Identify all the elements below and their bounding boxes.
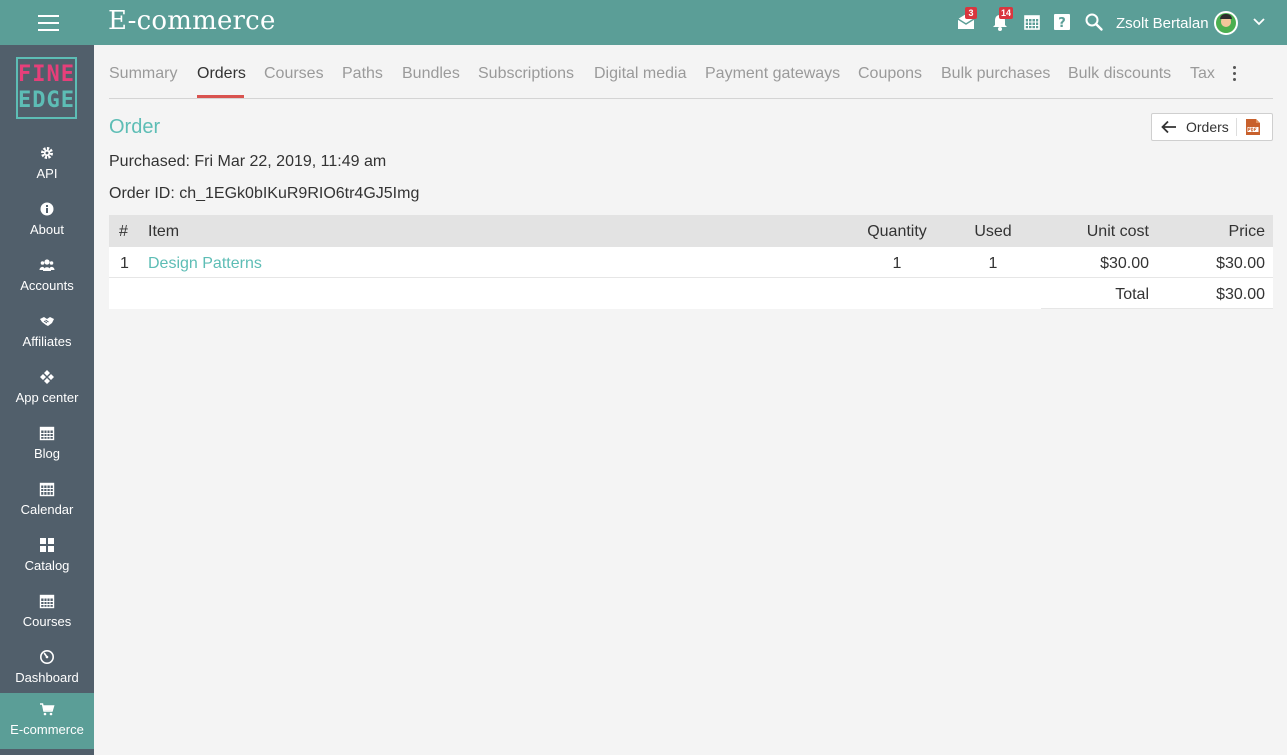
hamburger-menu-icon[interactable] (38, 15, 59, 31)
sidebar-item-catalog[interactable]: Catalog (0, 529, 94, 585)
back-button-label: Orders (1186, 119, 1229, 135)
sidebar-item-api[interactable]: API (0, 137, 94, 193)
search-icon (1085, 13, 1103, 31)
sidebar-item-e-commerce[interactable]: E-commerce (0, 693, 94, 749)
users-icon (39, 257, 55, 273)
info-icon (39, 201, 55, 217)
row-number: 1 (120, 255, 129, 272)
dashboard-gauge-icon (39, 649, 55, 665)
tab-summary[interactable]: Summary (109, 65, 177, 83)
tab-bar: Summary Orders Courses Paths Bundles Sub… (109, 57, 1273, 99)
sidebar-item-label: App center (15, 390, 79, 405)
item-link[interactable]: Design Patterns (148, 255, 262, 273)
tab-subscriptions[interactable]: Subscriptions (478, 65, 574, 83)
messages-button[interactable]: 3 (956, 7, 977, 32)
sidebar-item-about[interactable]: About (0, 193, 94, 249)
tab-coupons[interactable]: Coupons (858, 65, 922, 83)
help-icon: ? (1054, 14, 1070, 31)
total-value: $30.00 (1216, 286, 1265, 303)
app-title: E-commerce (108, 6, 276, 36)
sidebar-item-courses[interactable]: Courses (0, 585, 94, 641)
calendar-icon (39, 425, 55, 441)
row-quantity: 1 (892, 255, 902, 272)
total-divider (1041, 308, 1273, 309)
sidebar-item-label: Affiliates (22, 334, 72, 349)
tab-tax[interactable]: Tax (1190, 65, 1215, 83)
tab-orders[interactable]: Orders (197, 65, 246, 83)
search-button[interactable] (1084, 12, 1104, 32)
more-tabs-icon[interactable] (1230, 66, 1238, 84)
button-divider (1236, 118, 1237, 136)
sidebar-item-label: Calendar (20, 502, 74, 517)
user-name[interactable]: Zsolt Bertalan (1116, 15, 1209, 32)
pdf-download-button[interactable] (1245, 118, 1261, 136)
top-bar: E-commerce 3 14 ? Zsolt Bertalan (0, 0, 1287, 45)
sidebar-item-label: Catalog (24, 558, 70, 573)
row-used: 1 (988, 255, 998, 272)
active-tab-indicator (197, 95, 244, 98)
sidebar-item-app-center[interactable]: App center (0, 361, 94, 417)
avatar[interactable] (1214, 11, 1238, 35)
sidebar-item-label: About (30, 222, 64, 237)
back-to-orders-button[interactable]: Orders (1152, 114, 1236, 140)
chevron-down-icon[interactable] (1252, 15, 1266, 29)
sidebar-item-affiliates[interactable]: Affiliates (0, 305, 94, 361)
fine-edge-logo[interactable]: FINE EDGE (16, 57, 77, 119)
help-button[interactable]: ? (1052, 12, 1072, 32)
sidebar-item-label: Dashboard (15, 670, 79, 685)
sidebar-item-calendar[interactable]: Calendar (0, 473, 94, 529)
column-header-unit-cost: Unit cost (1086, 223, 1149, 240)
grid-calendar-icon (39, 481, 55, 497)
table-header: # Item Quantity Used Unit cost Price (109, 215, 1273, 247)
tab-bundles[interactable]: Bundles (402, 65, 460, 83)
sidebar-item-label: E-commerce (10, 722, 84, 737)
sidebar-item-dashboard[interactable]: Dashboard (0, 641, 94, 697)
calendar-button[interactable] (1022, 12, 1042, 32)
column-header-used: Used (974, 223, 1012, 240)
pdf-icon (1246, 119, 1260, 135)
column-header-quantity: Quantity (867, 223, 927, 240)
sidebar-item-label: Accounts (20, 278, 74, 293)
sidebar-item-label: API (36, 166, 58, 181)
sidebar-item-label: Courses (22, 614, 72, 629)
logo-line-1: FINE (18, 62, 75, 87)
back-button-group: Orders (1151, 113, 1273, 141)
sidebar-item-label: Blog (33, 446, 61, 461)
gear-icon (39, 145, 55, 161)
tab-courses[interactable]: Courses (264, 65, 324, 83)
notifications-badge: 14 (999, 7, 1014, 19)
column-header-number: # (119, 223, 128, 240)
logo-line-2: EDGE (18, 88, 75, 113)
order-id: Order ID: ch_1EGk0bIKuR9RIO6tr4GJ5Img (109, 185, 420, 202)
svg-text:?: ? (1058, 16, 1066, 31)
handshake-icon (39, 313, 55, 329)
sidebar: FINE EDGE API About Accounts Affiliates … (0, 45, 94, 755)
row-price: $30.00 (1216, 255, 1265, 272)
sidebar-item-blog[interactable]: Blog (0, 417, 94, 473)
column-header-price: Price (1228, 223, 1265, 240)
arrow-left-icon (1161, 120, 1176, 134)
calendar-icon (39, 593, 55, 609)
table-row: 1 Design Patterns 1 1 $30.00 $30.00 (109, 247, 1273, 278)
row-unit-cost: $30.00 (1100, 255, 1149, 272)
tab-paths[interactable]: Paths (342, 65, 383, 83)
calendar-icon (1024, 15, 1040, 30)
catalog-grid-icon (39, 537, 55, 553)
apps-icon (39, 369, 55, 385)
tab-bulk-purchases[interactable]: Bulk purchases (941, 65, 1050, 83)
purchased-date: Purchased: Fri Mar 22, 2019, 11:49 am (109, 153, 387, 170)
tab-bulk-discounts[interactable]: Bulk discounts (1068, 65, 1171, 83)
tab-digital-media[interactable]: Digital media (594, 65, 686, 83)
page-title: Order (109, 116, 161, 138)
column-header-item: Item (148, 223, 180, 240)
messages-badge: 3 (965, 7, 977, 19)
table-total-row: Total $30.00 (109, 278, 1273, 309)
tab-payment-gateways[interactable]: Payment gateways (705, 65, 840, 83)
cart-icon (39, 701, 55, 717)
notifications-button[interactable]: 14 (990, 7, 1014, 32)
total-label: Total (1115, 286, 1149, 303)
sidebar-item-accounts[interactable]: Accounts (0, 249, 94, 305)
